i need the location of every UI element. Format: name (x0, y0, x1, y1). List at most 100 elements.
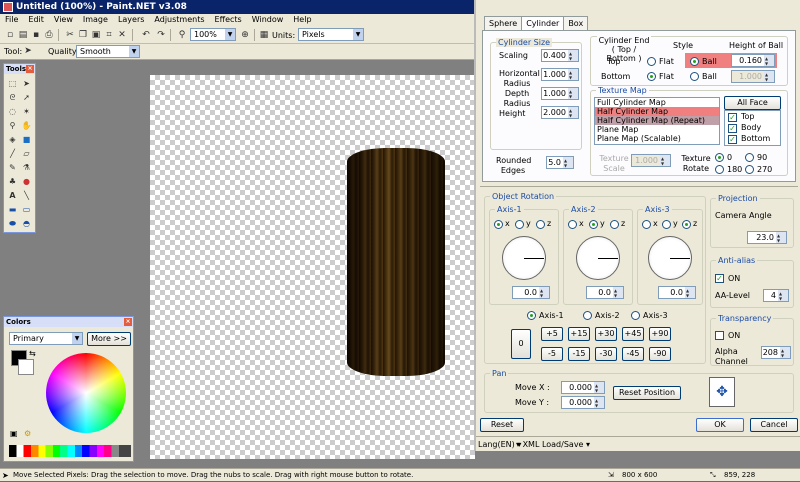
move-tool-icon[interactable]: ➤ (22, 45, 34, 57)
texture-scale-input[interactable]: 1.000 (631, 154, 671, 167)
step-axis2-radio[interactable] (583, 311, 592, 320)
cancel-button[interactable]: Cancel (750, 418, 798, 432)
axis2-x-radio[interactable] (568, 220, 577, 229)
list-item-selected[interactable]: Half Cylinder Map (Repeat) (595, 116, 719, 125)
minus-90-button[interactable]: -90 (649, 347, 671, 361)
zoom-in-icon[interactable]: ⊕ (239, 29, 251, 41)
rotate-180-radio[interactable] (715, 165, 724, 174)
paste-icon[interactable]: ▣ (90, 29, 102, 41)
palette-tools-icon[interactable]: ⚙ (24, 429, 31, 438)
zoom-select[interactable]: 100% ▼ (190, 28, 236, 41)
gradient-icon[interactable]: ■ (21, 134, 32, 145)
new-icon[interactable]: ▫ (4, 29, 16, 41)
move-selection-icon[interactable]: ➚ (21, 92, 32, 103)
rounded-edges-input[interactable]: 5.0 (546, 156, 574, 169)
axis3-x-radio[interactable] (642, 220, 651, 229)
text-tool-icon[interactable]: A (7, 190, 18, 201)
tab-cylinder[interactable]: Cylinder (521, 16, 565, 31)
axis3-angle-input[interactable]: 0.0 (658, 286, 696, 299)
undo-icon[interactable]: ↶ (140, 29, 152, 41)
more-button[interactable]: More >> (87, 332, 131, 346)
plus-30-button[interactable]: +30 (595, 327, 617, 341)
step-axis1-radio[interactable] (527, 311, 536, 320)
tab-box[interactable]: Box (563, 16, 589, 30)
menu-file[interactable]: File (0, 14, 23, 26)
list-item[interactable]: Plane Map (595, 125, 719, 134)
pan-icon[interactable]: ✋ (21, 120, 32, 131)
reset-button[interactable]: Reset (480, 418, 524, 432)
axis2-y-radio[interactable] (589, 220, 598, 229)
redo-icon[interactable]: ↷ (155, 29, 167, 41)
grid-icon[interactable]: ▦ (258, 29, 270, 41)
close-icon[interactable]: × (124, 318, 132, 326)
menu-view[interactable]: View (49, 14, 78, 26)
open-icon[interactable]: ▤ (17, 29, 29, 41)
antialias-checkbox[interactable]: ✓ (715, 274, 724, 283)
list-item[interactable]: Plane Map (Scalable) (595, 134, 719, 143)
move-icon[interactable]: ➤ (21, 78, 32, 89)
rectangle-select-icon[interactable]: ⬚ (7, 78, 18, 89)
quality-select[interactable]: Smooth ▼ (76, 45, 140, 58)
rounded-rect-icon[interactable]: ▭ (21, 204, 32, 215)
cut-icon[interactable]: ✂ (64, 29, 76, 41)
bottom-face-checkbox[interactable]: ✓ (728, 135, 737, 144)
rotate-90-radio[interactable] (745, 153, 754, 162)
menu-adjustments[interactable]: Adjustments (149, 14, 209, 26)
scaling-input[interactable]: 0.400 (541, 49, 579, 62)
menu-window[interactable]: Window (247, 14, 289, 26)
magic-wand-icon[interactable]: ✶ (21, 106, 32, 117)
axis3-y-radio[interactable] (662, 220, 671, 229)
tab-sphere[interactable]: Sphere (484, 16, 523, 30)
camera-angle-input[interactable]: 23.0 (747, 231, 787, 244)
axis1-z-radio[interactable] (536, 220, 545, 229)
rectangle-tool-icon[interactable]: ▬ (7, 204, 18, 215)
save-icon[interactable]: ▪ (30, 29, 42, 41)
plus-90-button[interactable]: +90 (649, 327, 671, 341)
zoom-tool-icon[interactable]: ⚲ (7, 120, 18, 131)
top-face-checkbox[interactable]: ✓ (728, 113, 737, 122)
axis2-z-radio[interactable] (610, 220, 619, 229)
menu-help[interactable]: Help (288, 14, 316, 26)
bottom-ball-radio[interactable] (690, 72, 699, 81)
clone-stamp-icon[interactable]: ♣ (7, 176, 18, 187)
aa-level-input[interactable]: 4 (763, 289, 789, 302)
hradius-input[interactable]: 1.000 (541, 68, 579, 81)
line-tool-icon[interactable]: ╲ (21, 190, 32, 201)
close-icon[interactable]: × (26, 65, 34, 73)
palette-menu-icon[interactable]: ▣ (10, 429, 18, 438)
print-icon[interactable]: ⎙ (43, 29, 55, 41)
swap-colors-icon[interactable]: ⇆ (29, 349, 36, 358)
xml-load-save-menu[interactable]: ▾ XML Load/Save ▾ (516, 440, 590, 450)
recolor-icon[interactable]: ● (21, 176, 32, 187)
top-ball-height-input[interactable]: 0.160 (731, 54, 775, 67)
deselect-icon[interactable]: ✕ (116, 29, 128, 41)
axis2-angle-dial[interactable] (576, 236, 620, 280)
texture-map-list[interactable]: Full Cylinder Map Half Cylinder Map Half… (594, 97, 720, 145)
units-select[interactable]: Pixels ▼ (298, 28, 364, 41)
menu-layers[interactable]: Layers (113, 14, 149, 26)
color-palette[interactable] (9, 445, 131, 457)
plus-45-button[interactable]: +45 (622, 327, 644, 341)
minus-15-button[interactable]: -15 (568, 347, 590, 361)
list-item[interactable]: Full Cylinder Map (595, 98, 719, 107)
minus-30-button[interactable]: -30 (595, 347, 617, 361)
color-mode-select[interactable]: Primary ▼ (9, 332, 83, 345)
height-input[interactable]: 2.000 (541, 106, 579, 119)
pan-control-icon[interactable]: ✥ (709, 377, 735, 407)
copy-icon[interactable]: ❐ (77, 29, 89, 41)
top-ball-radio[interactable] (690, 57, 699, 66)
transparency-checkbox[interactable] (715, 331, 724, 340)
zoom-icon[interactable]: ⚲ (176, 29, 188, 41)
axis1-y-radio[interactable] (515, 220, 524, 229)
color-wheel[interactable] (46, 353, 126, 433)
color-picker-icon[interactable]: ⚗ (21, 162, 32, 173)
freeform-shape-icon[interactable]: ◓ (21, 218, 32, 229)
ok-button[interactable]: OK (696, 418, 744, 432)
axis2-angle-input[interactable]: 0.0 (586, 286, 624, 299)
ellipse-tool-icon[interactable]: ⬬ (7, 218, 18, 229)
bottom-ball-height-input[interactable]: 1.000 (731, 70, 775, 83)
pencil-icon[interactable]: ✎ (7, 162, 18, 173)
eraser-icon[interactable]: ▱ (21, 148, 32, 159)
paintbrush-icon[interactable]: ╱ (7, 148, 18, 159)
menu-edit[interactable]: Edit (23, 14, 49, 26)
